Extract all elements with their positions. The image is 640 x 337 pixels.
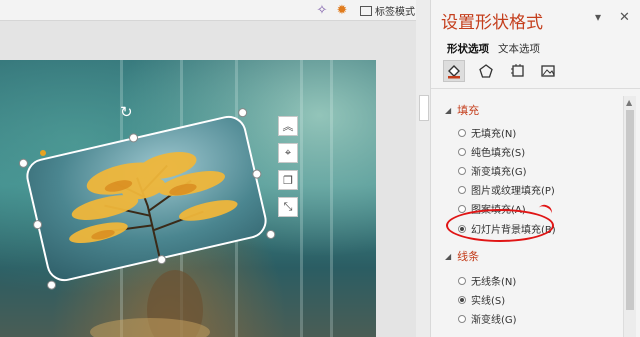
pane-scrollbar-thumb[interactable] (626, 110, 634, 310)
size-properties-icon[interactable] (507, 60, 529, 82)
red-annotation-circle (446, 209, 554, 242)
radio-button[interactable] (458, 314, 466, 323)
option-label: 渐变填充(G) (471, 167, 527, 178)
line-section-title: 线条 (457, 250, 480, 263)
top-toolbar-strip: ✧ ✹ 标签模式 (0, 0, 416, 21)
edit-shape-icon[interactable]: ⤡ (278, 197, 298, 217)
pane-title: 设置形状格式 (441, 13, 543, 33)
arrange-layers-icon[interactable]: ❐ (278, 170, 298, 190)
radio-button[interactable] (458, 166, 466, 175)
fill-option-gradient[interactable]: 渐变填充(G) (458, 163, 527, 178)
radio-button[interactable] (458, 185, 466, 194)
sparkle-icon[interactable]: ✧ (314, 2, 330, 18)
fill-option-picture-texture[interactable]: 图片或纹理填充(P) (458, 182, 555, 197)
layout-options-icon[interactable]: ︽ (278, 116, 298, 136)
pentagon-effects-icon[interactable] (475, 60, 497, 82)
rotate-handle-icon[interactable]: ↻ (120, 103, 133, 121)
picture-icon[interactable] (537, 60, 559, 82)
tab-shape-options[interactable]: 形状选项 (447, 41, 489, 56)
radio-button-selected[interactable] (458, 295, 466, 304)
radio-button[interactable] (458, 147, 466, 156)
adjust-handle[interactable] (40, 150, 46, 156)
option-label: 渐变线(G) (471, 315, 517, 326)
fill-section-title: 填充 (457, 104, 480, 117)
fill-option-solid[interactable]: 纯色填充(S) (458, 144, 525, 159)
line-section-header[interactable]: ◢ 线条 (445, 248, 479, 264)
line-option-solid[interactable]: 实线(S) (458, 292, 505, 307)
option-label: 纯色填充(S) (471, 148, 526, 159)
pane-scrollbar[interactable]: ▲ (623, 96, 636, 337)
canvas-scrollbar-thumb[interactable] (419, 95, 429, 121)
scroll-up-icon[interactable]: ▲ (626, 98, 632, 107)
tag-mode-label: 标签模式 (375, 7, 415, 18)
option-label: 无线条(N) (471, 277, 517, 288)
line-option-none[interactable]: 无线条(N) (458, 273, 516, 288)
crop-target-icon[interactable]: ⌖ (278, 143, 298, 163)
radio-button[interactable] (458, 128, 466, 137)
option-label: 图片或纹理填充(P) (471, 186, 555, 197)
radio-button[interactable] (458, 276, 466, 285)
option-label: 实线(S) (471, 296, 506, 307)
collapse-triangle-icon: ◢ (445, 251, 452, 261)
tab-text-options[interactable]: 文本选项 (498, 41, 540, 56)
collapse-triangle-icon: ◢ (445, 105, 452, 115)
fill-line-icon[interactable] (443, 60, 465, 82)
gear-icon[interactable]: ✹ (334, 2, 350, 18)
fill-section-header[interactable]: ◢ 填充 (445, 102, 479, 118)
tag-mode-button[interactable]: 标签模式 (360, 3, 415, 18)
pane-separator (431, 88, 640, 89)
option-label: 无填充(N) (471, 129, 517, 140)
close-icon[interactable]: ✕ (619, 10, 630, 25)
pane-options-chevron-icon[interactable]: ▾ (595, 10, 601, 24)
canvas-scrollbar[interactable] (416, 0, 430, 337)
line-option-gradient[interactable]: 渐变线(G) (458, 311, 517, 326)
tag-mode-icon (360, 5, 372, 16)
radio-button[interactable] (458, 204, 466, 213)
fill-option-none[interactable]: 无填充(N) (458, 125, 516, 140)
